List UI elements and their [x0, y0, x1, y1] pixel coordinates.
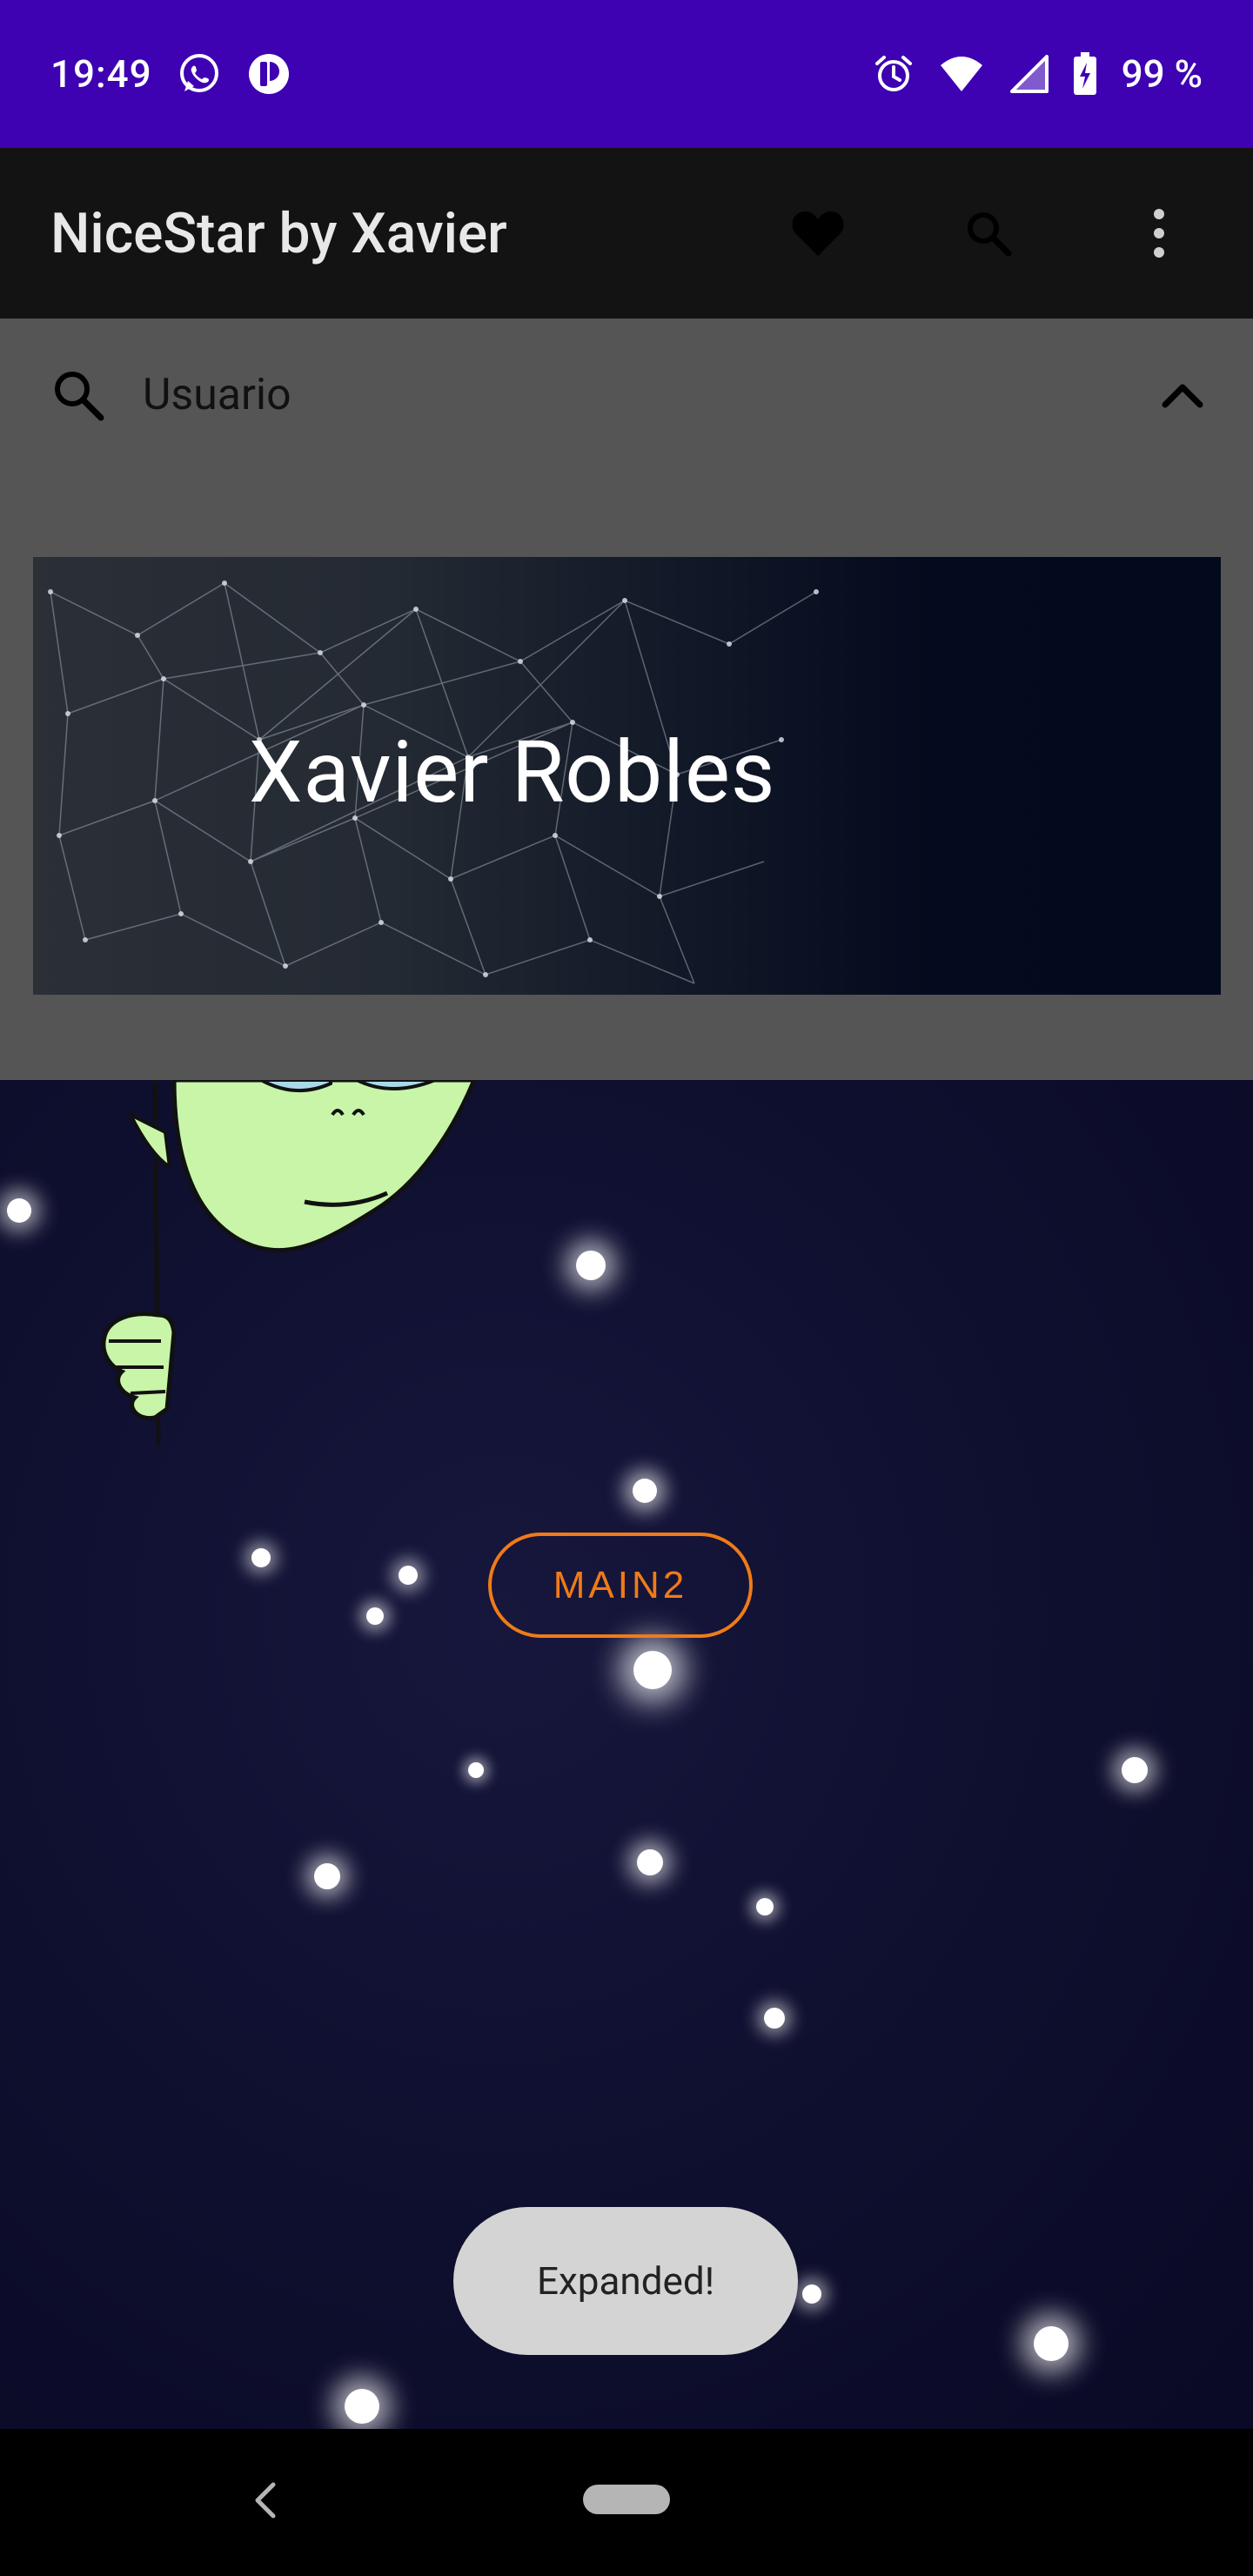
app-title: NiceStar by Xavier — [50, 200, 507, 266]
star — [251, 1548, 271, 1567]
star — [399, 1566, 418, 1585]
alarm-icon — [873, 53, 915, 95]
status-left: 19:49 — [50, 51, 291, 97]
navigation-bar — [0, 2429, 1253, 2576]
status-bar: 19:49 99 % — [0, 0, 1253, 148]
favorites-button[interactable] — [774, 190, 861, 277]
search-row[interactable]: Usuario — [0, 319, 1253, 472]
star — [345, 2389, 379, 2424]
battery-charging-icon — [1073, 52, 1097, 96]
chevron-up-icon[interactable] — [1161, 382, 1204, 408]
profile-header-card: Xavier Robles — [33, 557, 1221, 995]
app-actions — [774, 190, 1203, 277]
star — [1122, 1757, 1148, 1783]
back-icon[interactable] — [252, 2481, 278, 2519]
status-time: 19:49 — [50, 51, 152, 97]
star — [802, 2284, 821, 2304]
search-action-button[interactable] — [945, 190, 1032, 277]
search-field-label: Usuario — [143, 370, 291, 420]
app-notification-icon — [246, 51, 291, 97]
search-icon — [965, 210, 1012, 257]
star — [366, 1607, 384, 1625]
star — [1034, 2326, 1069, 2361]
star — [764, 2008, 785, 2029]
search-icon — [50, 367, 106, 423]
expanded-search-panel: Usuario Xavier Robles — [0, 319, 1253, 1080]
overflow-menu-button[interactable] — [1116, 190, 1203, 277]
star — [468, 1762, 484, 1778]
signal-icon — [1008, 55, 1049, 93]
star — [576, 1251, 606, 1280]
status-right: 99 % — [873, 51, 1203, 97]
alien-illustration — [101, 1080, 477, 1446]
star — [633, 1651, 672, 1689]
app-bar: NiceStar by Xavier — [0, 148, 1253, 319]
more-vert-icon — [1150, 207, 1168, 259]
star — [633, 1479, 657, 1503]
profile-name: Xavier Robles — [249, 722, 776, 822]
star — [637, 1849, 663, 1875]
star — [314, 1863, 340, 1889]
home-pill[interactable] — [583, 2485, 670, 2514]
battery-percentage: 99 % — [1121, 51, 1203, 97]
star — [756, 1898, 774, 1915]
whatsapp-icon — [177, 51, 222, 97]
heart-icon — [791, 209, 845, 258]
main2-button[interactable]: MAIN2 — [488, 1533, 753, 1638]
star — [7, 1198, 31, 1223]
wifi-icon — [939, 55, 984, 93]
toast-message: Expanded! — [453, 2207, 798, 2355]
